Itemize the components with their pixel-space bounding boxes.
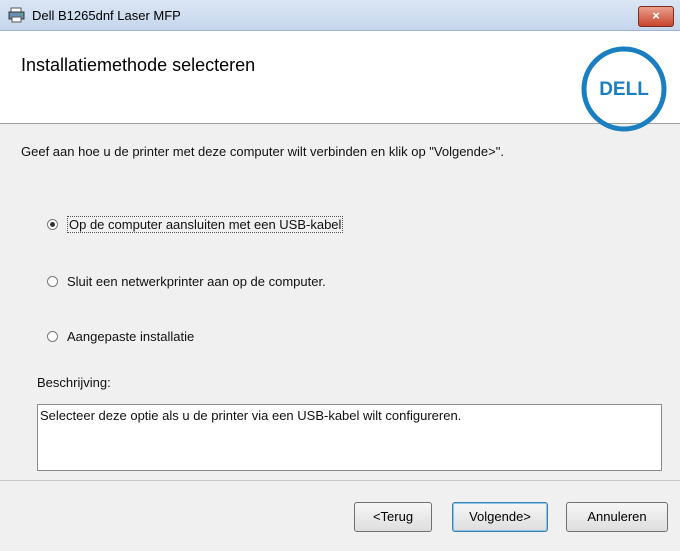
radio-custom[interactable] — [47, 331, 58, 342]
next-button[interactable]: Volgende> — [452, 502, 548, 532]
option-usb[interactable]: Op de computer aansluiten met een USB-ka… — [47, 216, 344, 233]
option-network[interactable]: Sluit een netwerkprinter aan op de compu… — [47, 274, 326, 289]
close-icon: × — [652, 8, 660, 23]
window-title: Dell B1265dnf Laser MFP — [32, 8, 181, 23]
page-title: Installatiemethode selecteren — [21, 55, 256, 75]
option-custom-label[interactable]: Aangepaste installatie — [67, 329, 194, 344]
wizard-header: Installatiemethode selecteren DELL — [0, 31, 680, 132]
wizard-footer: <Terug Volgende> Annuleren — [0, 480, 680, 551]
radio-network[interactable] — [47, 276, 58, 287]
description-label: Beschrijving: — [37, 375, 111, 390]
option-usb-label[interactable]: Op de computer aansluiten met een USB-ka… — [67, 216, 344, 233]
logo-text: DELL — [599, 79, 649, 100]
option-custom[interactable]: Aangepaste installatie — [47, 329, 194, 344]
description-box: Selecteer deze optie als u de printer vi… — [37, 404, 662, 471]
option-network-label[interactable]: Sluit een netwerkprinter aan op de compu… — [67, 274, 326, 289]
title-bar: Dell B1265dnf Laser MFP × — [0, 0, 680, 31]
back-button[interactable]: <Terug — [354, 502, 432, 532]
close-button[interactable]: × — [638, 6, 674, 27]
radio-usb[interactable] — [47, 219, 58, 230]
cancel-button[interactable]: Annuleren — [566, 502, 668, 532]
wizard-content: Geef aan hoe u de printer met deze compu… — [0, 124, 680, 480]
dell-logo: DELL — [580, 45, 668, 133]
description-text: Selecteer deze optie als u de printer vi… — [40, 408, 462, 423]
instruction-text: Geef aan hoe u de printer met deze compu… — [21, 144, 504, 159]
printer-icon — [8, 7, 26, 23]
